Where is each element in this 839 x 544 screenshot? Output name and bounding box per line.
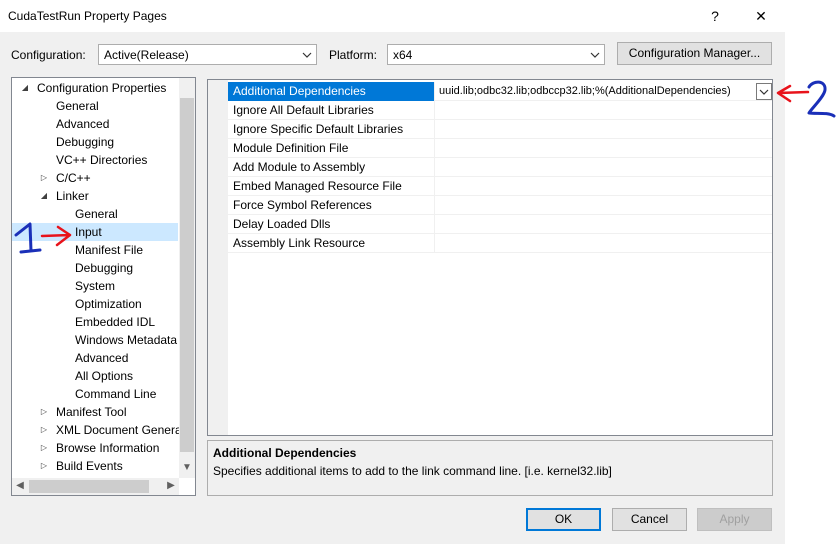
property-name: Delay Loaded Dlls bbox=[233, 217, 331, 231]
chevron-down-icon bbox=[590, 52, 600, 58]
tree-item[interactable]: XML Document Generator bbox=[56, 421, 195, 439]
column-divider bbox=[434, 139, 435, 158]
platform-label: Platform: bbox=[329, 48, 378, 62]
platform-value: x64 bbox=[393, 48, 413, 62]
column-divider bbox=[434, 101, 435, 120]
platform-select[interactable]: x64 bbox=[387, 44, 605, 65]
tree-item[interactable]: Windows Metadata bbox=[75, 331, 177, 349]
chevron-down-icon bbox=[302, 52, 312, 58]
tree-item[interactable]: Embedded IDL bbox=[75, 313, 155, 331]
property-row[interactable]: Additional Dependencies uuid.lib;odbc32.l… bbox=[228, 82, 772, 101]
tree-horizontal-scrollbar[interactable]: ◀ ▶ bbox=[12, 478, 179, 495]
property-row[interactable]: Delay Loaded Dlls bbox=[228, 215, 772, 234]
scrollbar-thumb[interactable] bbox=[180, 98, 194, 452]
tree-item[interactable]: System bbox=[75, 277, 115, 295]
collapsed-triangle-icon[interactable]: ▷ bbox=[39, 457, 49, 475]
column-divider bbox=[434, 82, 435, 101]
property-row[interactable]: Add Module to Assembly bbox=[228, 158, 772, 177]
property-name: Force Symbol References bbox=[233, 198, 372, 212]
tree-item[interactable]: Manifest File bbox=[75, 241, 143, 259]
expanded-triangle-icon[interactable]: ◢ bbox=[39, 187, 49, 205]
configuration-label: Configuration: bbox=[11, 48, 86, 62]
value-dropdown-button[interactable] bbox=[756, 83, 772, 100]
column-divider bbox=[434, 120, 435, 139]
property-tree: ◢ Configuration Properties General Advanced… bbox=[11, 77, 196, 496]
tree-item[interactable]: Command Line bbox=[75, 385, 156, 403]
column-divider bbox=[434, 234, 435, 253]
scrollbar-thumb[interactable] bbox=[29, 480, 149, 493]
tree-vertical-scrollbar[interactable]: ▼ bbox=[179, 78, 195, 478]
column-divider bbox=[434, 158, 435, 177]
description-text: Specifies additional items to add to the… bbox=[213, 464, 612, 478]
property-name: Ignore Specific Default Libraries bbox=[233, 122, 404, 136]
property-row[interactable]: Embed Managed Resource File bbox=[228, 177, 772, 196]
cancel-button[interactable]: Cancel bbox=[612, 508, 687, 531]
column-divider bbox=[434, 215, 435, 234]
property-row[interactable]: Ignore Specific Default Libraries bbox=[228, 120, 772, 139]
chevron-down-icon bbox=[759, 89, 769, 95]
tree-item[interactable]: General bbox=[56, 97, 99, 115]
close-button[interactable]: ✕ bbox=[746, 4, 776, 28]
tree-item[interactable]: Optimization bbox=[75, 295, 142, 313]
property-name: Assembly Link Resource bbox=[233, 236, 366, 250]
help-button[interactable]: ? bbox=[700, 4, 730, 28]
tree-item[interactable]: Debugging bbox=[75, 259, 133, 277]
tree-item[interactable]: Advanced bbox=[56, 115, 109, 133]
property-name: Module Definition File bbox=[233, 141, 349, 155]
expanded-triangle-icon[interactable]: ◢ bbox=[20, 79, 30, 97]
property-row[interactable]: Assembly Link Resource bbox=[228, 234, 772, 253]
collapsed-triangle-icon[interactable]: ▷ bbox=[39, 169, 49, 187]
configuration-value: Active(Release) bbox=[104, 48, 189, 62]
column-divider bbox=[434, 177, 435, 196]
scroll-down-icon[interactable]: ▼ bbox=[179, 462, 195, 473]
tree-item[interactable]: Configuration Properties bbox=[37, 79, 166, 97]
annotation-two bbox=[776, 80, 836, 118]
description-panel: Additional Dependencies Specifies additi… bbox=[207, 440, 773, 496]
tree-item[interactable]: Input bbox=[75, 223, 102, 241]
tree-item[interactable]: All Options bbox=[75, 367, 133, 385]
property-row[interactable]: Force Symbol References bbox=[228, 196, 772, 215]
property-name: Add Module to Assembly bbox=[233, 160, 366, 174]
tree-item[interactable]: Build Events bbox=[56, 457, 123, 475]
collapsed-triangle-icon[interactable]: ▷ bbox=[39, 439, 49, 457]
tree-item[interactable]: General bbox=[75, 205, 118, 223]
property-pages-dialog: CudaTestRun Property Pages ? ✕ Configura… bbox=[0, 0, 785, 544]
tree-item[interactable]: Browse Information bbox=[56, 439, 159, 457]
description-title: Additional Dependencies bbox=[213, 446, 357, 460]
configuration-select[interactable]: Active(Release) bbox=[98, 44, 317, 65]
collapsed-triangle-icon[interactable]: ▷ bbox=[39, 403, 49, 421]
scroll-right-icon[interactable]: ▶ bbox=[163, 480, 179, 491]
tree-item[interactable]: Debugging bbox=[56, 133, 114, 151]
property-name: Additional Dependencies bbox=[233, 84, 366, 98]
property-name: Embed Managed Resource File bbox=[233, 179, 402, 193]
collapsed-triangle-icon[interactable]: ▷ bbox=[39, 421, 49, 439]
property-grid: Additional Dependencies uuid.lib;odbc32.l… bbox=[207, 79, 773, 436]
property-name: Ignore All Default Libraries bbox=[233, 103, 374, 117]
property-row[interactable]: Ignore All Default Libraries bbox=[228, 101, 772, 120]
configuration-manager-button[interactable]: Configuration Manager... bbox=[617, 42, 772, 65]
title-bar: CudaTestRun Property Pages ? ✕ bbox=[0, 0, 785, 32]
grid-gutter bbox=[208, 80, 228, 435]
apply-button[interactable]: Apply bbox=[697, 508, 772, 531]
window-title: CudaTestRun Property Pages bbox=[8, 9, 167, 23]
tree-item[interactable]: Manifest Tool bbox=[56, 403, 126, 421]
property-value[interactable]: uuid.lib;odbc32.lib;odbccp32.lib;%(Addit… bbox=[439, 85, 731, 97]
property-row[interactable]: Module Definition File bbox=[228, 139, 772, 158]
tree-item[interactable]: Advanced bbox=[75, 349, 128, 367]
column-divider bbox=[434, 196, 435, 215]
tree-item[interactable]: VC++ Directories bbox=[56, 151, 147, 169]
ok-button[interactable]: OK bbox=[526, 508, 601, 531]
scroll-left-icon[interactable]: ◀ bbox=[12, 480, 28, 491]
tree-item[interactable]: Linker bbox=[56, 187, 89, 205]
tree-item[interactable]: C/C++ bbox=[56, 169, 91, 187]
